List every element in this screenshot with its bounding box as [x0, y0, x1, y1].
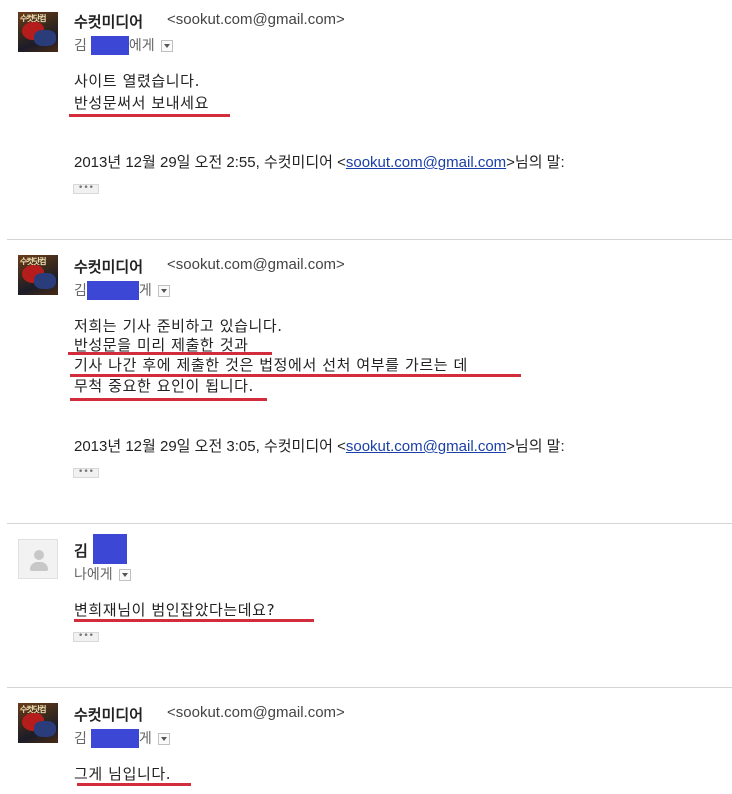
- message-divider: [7, 239, 732, 240]
- message-divider: [7, 523, 732, 524]
- quote-email-link[interactable]: sookut.com@gmail.com: [346, 438, 506, 455]
- recipient-suffix: 게: [138, 731, 152, 747]
- highlight-underline: [70, 398, 267, 401]
- redaction-block: [90, 729, 139, 748]
- redaction-block: [86, 281, 139, 300]
- default-person-icon[interactable]: [18, 539, 58, 579]
- quote-prefix: 2013년 12월 29일 오전 3:05, 수컷미디어 <: [74, 438, 346, 455]
- recipient-details-dropdown-icon[interactable]: [118, 569, 131, 581]
- sender-email: <sookut.com@gmail.com>: [167, 256, 345, 273]
- recipient-details-dropdown-icon[interactable]: [157, 733, 170, 745]
- recipient-details-dropdown-icon[interactable]: [157, 285, 170, 297]
- sender-avatar[interactable]: 수컷닷컴: [18, 255, 58, 295]
- sender-avatar[interactable]: 수컷닷컴: [18, 12, 58, 52]
- avatar-stamp-text: 수컷닷컴: [20, 705, 46, 714]
- show-trimmed-content-button[interactable]: •••: [73, 184, 99, 194]
- message-body-line: 사이트 열렸습니다.: [74, 72, 200, 90]
- recipient-suffix: 게: [138, 283, 152, 299]
- highlight-underline: [69, 114, 230, 117]
- recipient-label: 나에게: [74, 567, 113, 583]
- quote-prefix: 2013년 12월 29일 오전 2:55, 수컷미디어 <: [74, 154, 346, 171]
- sender-email: <sookut.com@gmail.com>: [167, 11, 345, 28]
- sender-name[interactable]: 김: [74, 540, 88, 561]
- message-body-line: 저희는 기사 준비하고 있습니다.: [74, 317, 283, 335]
- recipient-prefix: 김: [74, 731, 87, 747]
- recipient-line: 김 에게: [74, 36, 173, 56]
- recipient-details-dropdown-icon[interactable]: [160, 40, 173, 52]
- sender-email: <sookut.com@gmail.com>: [167, 704, 345, 721]
- sender-name[interactable]: 수컷미디어: [74, 11, 143, 32]
- avatar-stamp-text: 수컷닷컴: [20, 14, 46, 23]
- quote-suffix: >님의 말:: [506, 154, 565, 171]
- redaction-block: [93, 534, 127, 564]
- quote-header: 2013년 12월 29일 오전 3:05, 수컷미디어 <sookut.com…: [74, 435, 565, 456]
- message-body-line: 반성문써서 보내세요: [74, 94, 209, 112]
- sender-avatar[interactable]: 수컷닷컴: [18, 703, 58, 743]
- recipient-suffix: 에게: [128, 38, 155, 54]
- quote-email-link[interactable]: sookut.com@gmail.com: [346, 154, 506, 171]
- recipient-line: 나에게: [74, 565, 131, 585]
- message-body-line: 무척 중요한 요인이 됩니다.: [74, 377, 254, 395]
- recipient-prefix: 김: [74, 38, 87, 54]
- quote-header: 2013년 12월 29일 오전 2:55, 수컷미디어 <sookut.com…: [74, 151, 565, 172]
- message-body-line: 그게 님입니다.: [74, 765, 172, 783]
- avatar-stamp-text: 수컷닷컴: [20, 257, 46, 266]
- redaction-block: [90, 36, 129, 55]
- show-trimmed-content-button[interactable]: •••: [73, 468, 99, 478]
- message-divider: [7, 687, 732, 688]
- recipient-line: 김게: [74, 281, 170, 301]
- recipient-line: 김게: [74, 729, 170, 749]
- message-body-line: 기사 나간 후에 제출한 것은 법정에서 선처 여부를 가르는 데: [74, 356, 468, 374]
- show-trimmed-content-button[interactable]: •••: [73, 632, 99, 642]
- highlight-underline: [77, 783, 191, 786]
- sender-name[interactable]: 수컷미디어: [74, 704, 143, 725]
- quote-suffix: >님의 말:: [506, 438, 565, 455]
- recipient-prefix: 김: [74, 283, 87, 299]
- highlight-underline: [74, 619, 314, 622]
- sender-name[interactable]: 수컷미디어: [74, 256, 143, 277]
- message-body-line: 변희재님이 범인잡았다는데요?: [74, 601, 276, 619]
